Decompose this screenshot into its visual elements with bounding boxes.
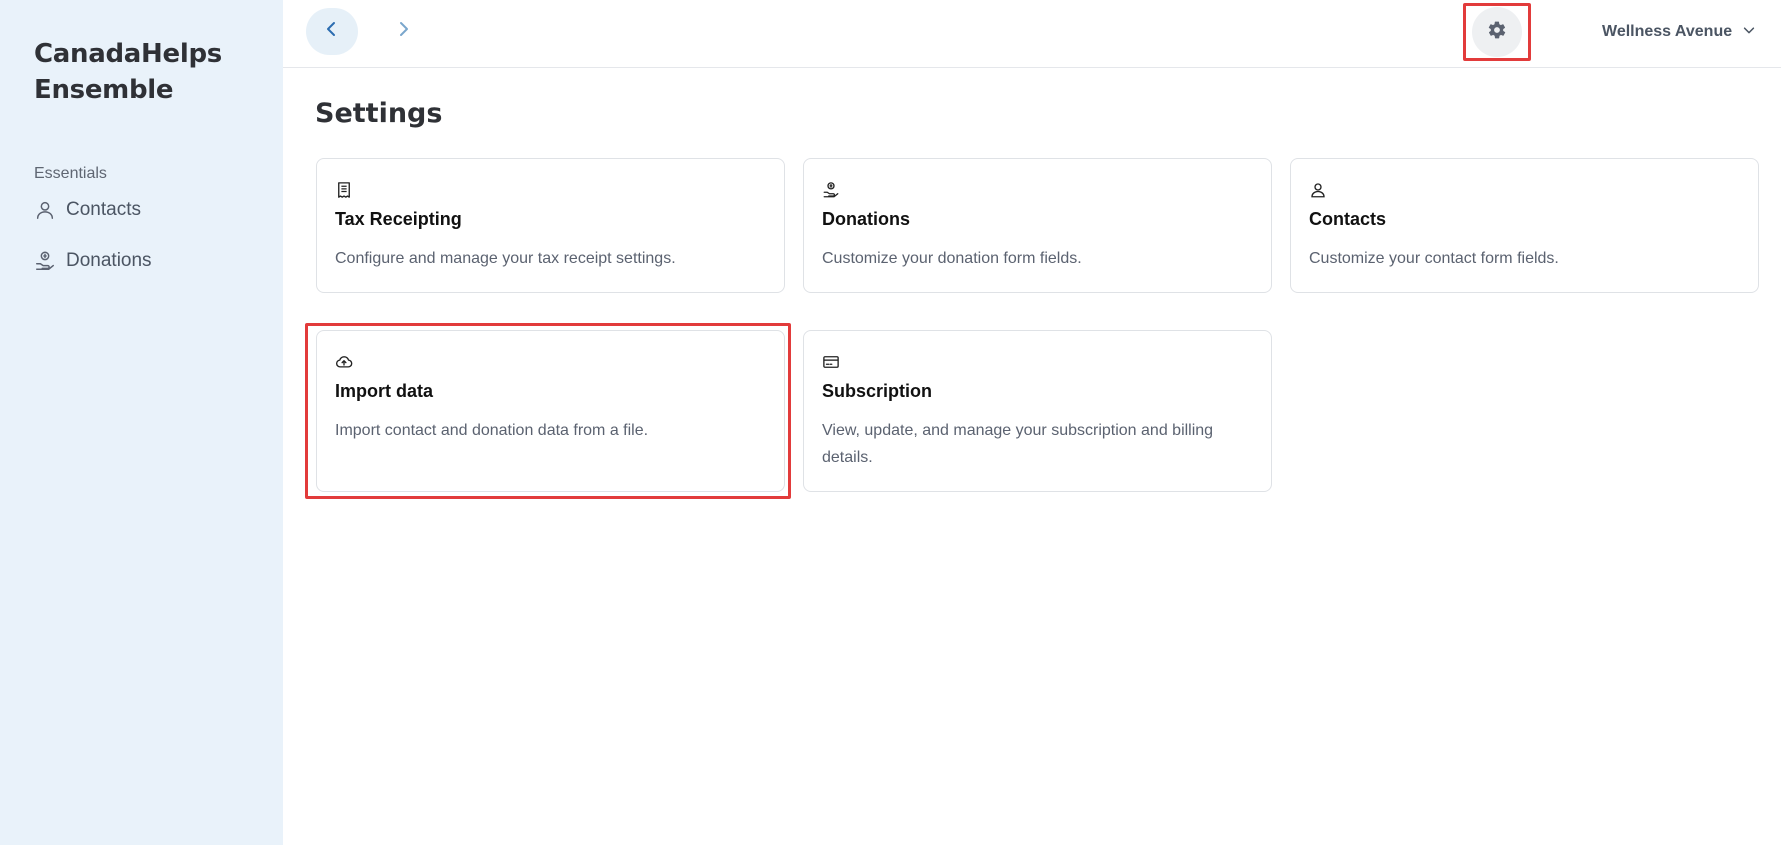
card-title: Import data (335, 381, 434, 401)
main-content: Wellness Avenue Settings Tax Receipting … (283, 0, 1781, 845)
card-description: Import contact and donation data from a … (335, 422, 649, 439)
settings-card-subscription[interactable]: Subscription View, update, and manage yo… (803, 330, 1272, 492)
donation-hand-icon (822, 181, 840, 199)
cloud-upload-icon (335, 353, 353, 371)
organization-selector[interactable]: Wellness Avenue (1602, 20, 1756, 44)
brand-logo[interactable]: CanadaHelps Ensemble (34, 36, 264, 108)
card-title: Subscription (822, 381, 933, 401)
settings-card-tax-receipting[interactable]: Tax Receipting Configure and manage your… (316, 158, 785, 293)
card-description: Customize your contact form fields. (1309, 250, 1559, 267)
settings-button[interactable] (1472, 7, 1522, 57)
chevron-right-icon (395, 21, 411, 42)
card-description: Configure and manage your tax receipt se… (335, 250, 676, 267)
gear-icon (1487, 20, 1507, 45)
organization-name: Wellness Avenue (1602, 23, 1733, 40)
card-title: Donations (822, 209, 910, 229)
card-description: View, update, and manage your subscripti… (822, 422, 1214, 466)
page-title: Settings (315, 98, 443, 129)
settings-card-contacts[interactable]: Contacts Customize your contact form fie… (1290, 158, 1759, 293)
sidebar-item-label: Contacts (66, 199, 141, 220)
sidebar-item-contacts[interactable]: Contacts (34, 193, 283, 227)
brand-line-2: Ensemble (34, 75, 174, 105)
card-title: Tax Receipting (335, 209, 462, 229)
card-description: Customize your donation form fields. (822, 250, 1082, 267)
settings-highlight (1463, 3, 1531, 61)
top-bar: Wellness Avenue (283, 0, 1781, 68)
forward-button[interactable] (381, 8, 425, 55)
card-title: Contacts (1309, 209, 1387, 229)
sidebar-item-label: Donations (66, 250, 152, 271)
settings-card-donations[interactable]: Donations Customize your donation form f… (803, 158, 1272, 293)
section-label-essentials: Essentials (34, 165, 107, 182)
user-icon (1309, 181, 1327, 199)
sidebar-item-donations[interactable]: Donations (34, 244, 283, 278)
credit-card-icon (822, 353, 840, 371)
receipt-icon (335, 181, 353, 199)
sidebar: CanadaHelps Ensemble Essentials Contacts (0, 0, 283, 845)
chevron-left-icon (324, 21, 340, 42)
donation-hand-icon (34, 250, 56, 272)
brand-line-1: CanadaHelps (34, 39, 222, 69)
user-icon (34, 199, 56, 221)
back-button[interactable] (306, 8, 358, 55)
chevron-down-icon (1732, 23, 1756, 42)
settings-card-import-data[interactable]: Import data Import contact and donation … (316, 330, 785, 492)
